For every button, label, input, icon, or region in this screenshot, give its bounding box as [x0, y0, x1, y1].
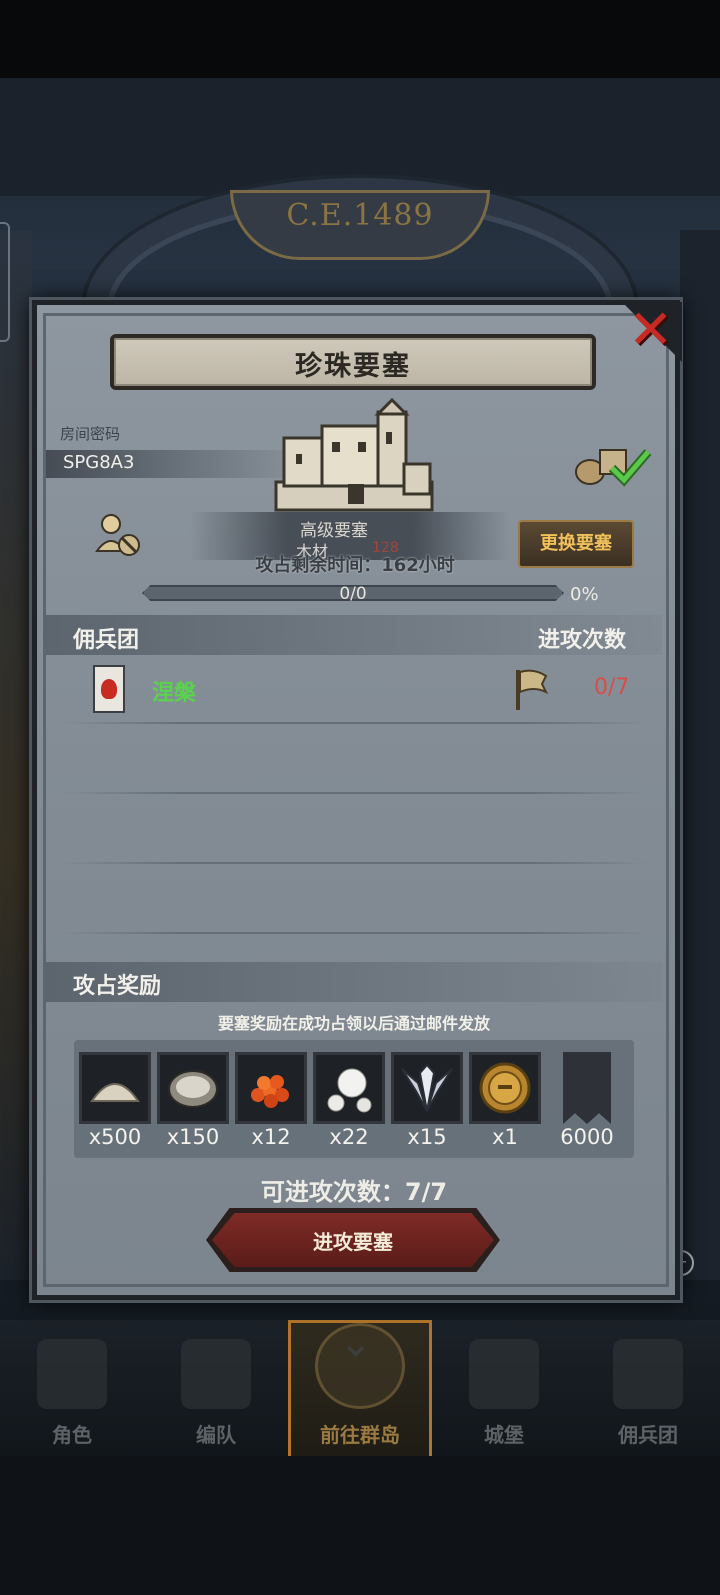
castle-nav-icon — [469, 1339, 539, 1409]
attacks-remaining: 可进攻次数：7/7 — [260, 1178, 448, 1206]
guild-banner-icon[interactable] — [563, 1052, 611, 1124]
bottom-area — [0, 1456, 720, 1595]
reward-qty: x12 — [251, 1125, 291, 1149]
mercenary-attack-count: 0/7 — [594, 675, 630, 700]
rewards-note: 要塞奖励在成功占领以后通过邮件发放 — [217, 1014, 490, 1033]
character-icon — [37, 1339, 107, 1409]
owner-forbidden-icon — [95, 514, 140, 556]
winged-emblem-icon — [401, 1063, 453, 1112]
nav-item-islands[interactable]: ⌄ 前往群岛 — [288, 1320, 432, 1456]
supply-check-icon — [575, 449, 652, 487]
nav-item-mercenary[interactable]: 佣兵团 — [576, 1320, 720, 1456]
row-divider — [62, 792, 648, 794]
mercenary-emblem-icon — [93, 665, 125, 713]
reward-qty: x150 — [166, 1125, 220, 1149]
reward-qty: x1 — [492, 1125, 518, 1149]
formation-icon — [181, 1339, 251, 1409]
era-label: C.E.1489 — [286, 198, 434, 233]
nav-label: 前往群岛 — [320, 1423, 400, 1447]
close-icon[interactable]: ✕ — [628, 300, 673, 360]
reward-qty: 6000 — [560, 1125, 614, 1149]
row-divider — [62, 932, 648, 934]
dialog-title: 珍珠要塞 — [295, 351, 411, 382]
attack-count-header: 进攻次数 — [538, 628, 627, 653]
reward-item[interactable] — [469, 1052, 541, 1124]
mercenary-name[interactable]: 涅槃 — [152, 675, 196, 707]
flag-icon — [516, 669, 549, 710]
reward-item[interactable] — [313, 1052, 385, 1124]
knight-coin-icon — [479, 1062, 531, 1114]
mercenary-nav-icon — [613, 1339, 683, 1409]
change-fortress-button[interactable]: 更换要塞 — [518, 520, 634, 568]
oyster-icon — [168, 1070, 218, 1108]
attack-fortress-button-label[interactable]: 进攻要塞 — [212, 1226, 494, 1255]
mercenary-section-title: 佣兵团 — [73, 628, 140, 653]
left-side-strip — [0, 230, 32, 1280]
rewards-section-title: 攻占奖励 — [73, 974, 162, 999]
room-code-label: 房间密码 — [60, 425, 121, 443]
pearl-icon — [327, 1068, 372, 1113]
reward-item[interactable] — [235, 1052, 307, 1124]
reward-item[interactable] — [391, 1052, 463, 1124]
reward-item[interactable] — [157, 1052, 229, 1124]
reward-qty: x15 — [407, 1125, 447, 1149]
row-divider — [62, 722, 648, 724]
nav-label: 佣兵团 — [618, 1423, 678, 1447]
nav-item-character[interactable]: 角色 — [0, 1320, 144, 1456]
nav-label: 城堡 — [484, 1423, 524, 1447]
progress-count: 0/0 — [339, 584, 367, 604]
side-tab-handle[interactable] — [0, 222, 10, 342]
reward-qty: x22 — [329, 1125, 369, 1149]
bottom-nav: 角色 编队 ⌄ 前往群岛 城堡 佣兵团 — [0, 1320, 720, 1456]
nav-item-formation[interactable]: 编队 — [144, 1320, 288, 1456]
sand-pile-icon — [90, 1083, 140, 1102]
nav-label: 角色 — [52, 1423, 92, 1447]
right-side-strip — [680, 230, 720, 1280]
fortress-castle-icon — [274, 398, 434, 512]
islands-icon — [315, 1323, 405, 1409]
occupy-time-remaining: 攻占剩余时间：162小时 — [255, 555, 455, 576]
progress-percent: 0% — [570, 584, 599, 605]
room-code: SPG8A3 — [63, 452, 135, 473]
nav-item-castle[interactable]: 城堡 — [432, 1320, 576, 1456]
roe-icon — [251, 1075, 289, 1108]
status-bar — [0, 0, 720, 78]
reward-item[interactable] — [79, 1052, 151, 1124]
row-divider — [62, 862, 648, 864]
nav-label: 编队 — [196, 1423, 236, 1447]
reward-qty: x500 — [88, 1125, 142, 1149]
